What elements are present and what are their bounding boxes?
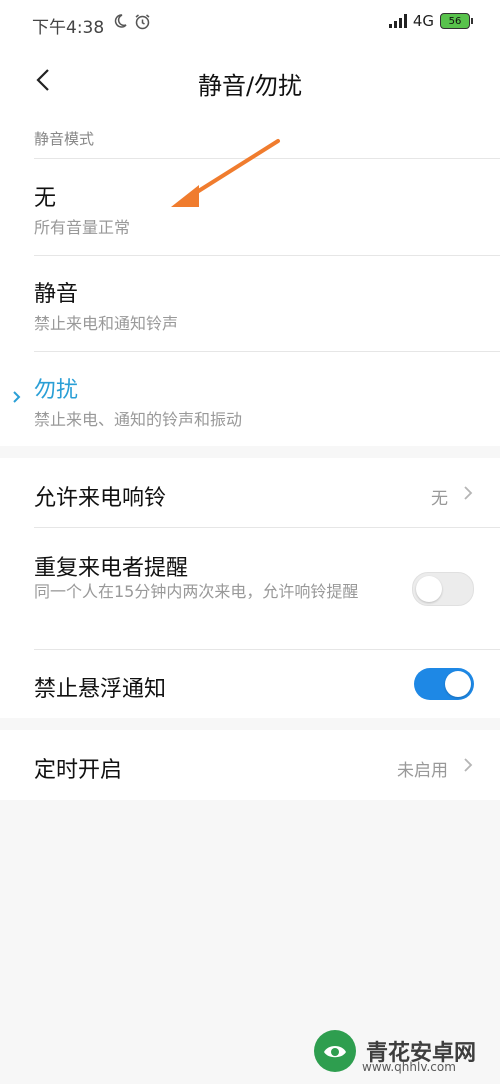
- page-title: 静音/勿扰: [197, 72, 303, 100]
- logo-icon: [314, 1030, 356, 1072]
- row-title: 禁止悬浮通知: [34, 677, 167, 702]
- row-title: 重复来电者提醒: [34, 556, 189, 581]
- repeat-callers-toggle[interactable]: [412, 572, 474, 606]
- chevron-right-icon: [464, 758, 473, 772]
- moon-icon: [114, 14, 127, 28]
- option-subtitle: 禁止来电和通知铃声: [34, 314, 179, 333]
- status-bar: 下午4:38 4G 56: [0, 0, 500, 46]
- row-value: 未启用: [397, 761, 448, 781]
- row-subtitle: 同一个人在15分钟内两次来电，允许响铃提醒: [34, 582, 359, 601]
- status-time: 下午4:38: [32, 18, 105, 38]
- settings-card: 允许来电响铃 无 重复来电者提醒 同一个人在15分钟内两次来电，允许响铃提醒 禁…: [0, 458, 500, 718]
- alarm-icon: [135, 14, 150, 30]
- section-label: 静音模式: [34, 130, 95, 148]
- block-floating-toggle[interactable]: [414, 668, 474, 700]
- option-title: 静音: [34, 282, 79, 307]
- row-title: 定时开启: [34, 758, 123, 783]
- battery-icon: 56: [440, 13, 473, 29]
- header: 静音/勿扰: [0, 46, 500, 116]
- option-title: 勿扰: [34, 378, 79, 403]
- signal-icon: [388, 14, 407, 28]
- selected-chevron-icon: [13, 391, 21, 403]
- watermark-url: www.qhhlv.com: [362, 1060, 456, 1074]
- annotation-arrow-icon: [171, 139, 280, 207]
- option-title: 无: [34, 186, 57, 211]
- option-subtitle: 所有音量正常: [34, 218, 131, 237]
- row-title: 允许来电响铃: [34, 486, 167, 511]
- chevron-right-icon: [464, 486, 473, 500]
- network-type: 4G: [412, 12, 434, 30]
- schedule-card: 定时开启 未启用: [0, 730, 500, 800]
- option-subtitle: 禁止来电、通知的铃声和振动: [34, 410, 243, 429]
- battery-level: 56: [448, 15, 462, 27]
- row-value: 无: [431, 489, 448, 509]
